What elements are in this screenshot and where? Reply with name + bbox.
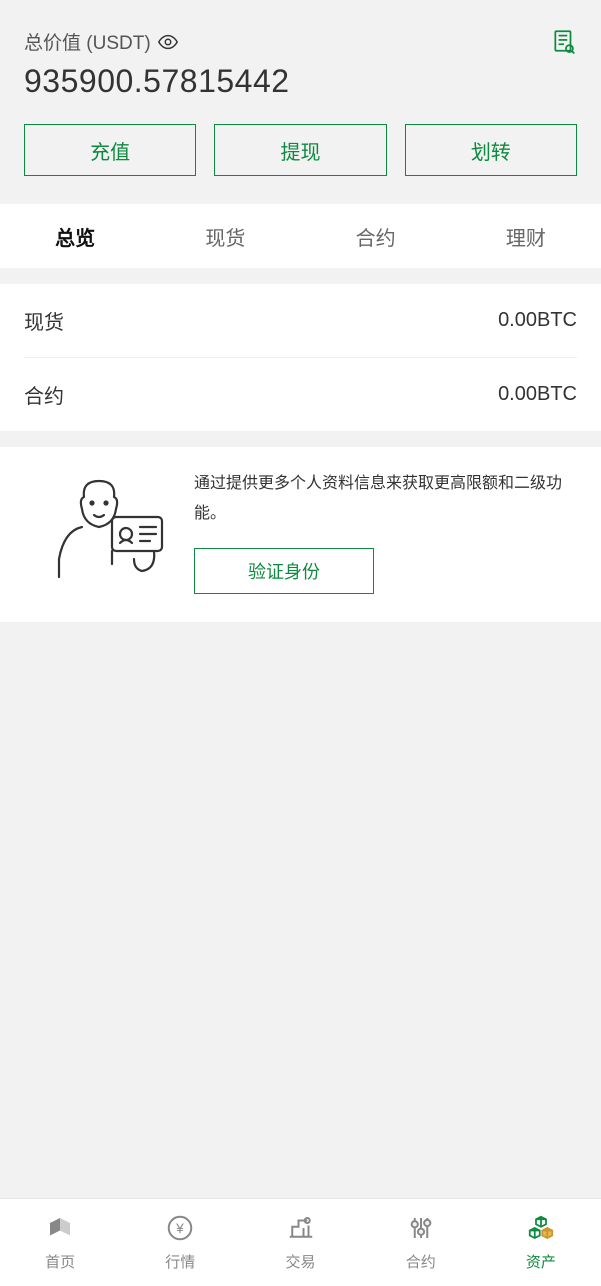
asset-row-futures[interactable]: 合约 0.00BTC <box>24 358 577 431</box>
eye-icon[interactable] <box>157 31 179 53</box>
assets-icon <box>526 1213 556 1247</box>
asset-list-card: 现货 0.00BTC 合约 0.00BTC <box>0 284 601 431</box>
asset-value: 0.00BTC <box>498 309 577 332</box>
asset-value: 0.00BTC <box>498 383 577 406</box>
statement-icon[interactable] <box>551 28 577 59</box>
tab-earn[interactable]: 理财 <box>451 222 601 251</box>
asset-row-spot[interactable]: 现货 0.00BTC <box>0 284 601 357</box>
assets-header: 总价值 (USDT) 935900.57815442 <box>0 0 601 124</box>
tabbar-label: 行情 <box>165 1251 195 1272</box>
transfer-button[interactable]: 划转 <box>405 124 577 176</box>
total-value-label: 总价值 (USDT) <box>24 28 151 55</box>
home-icon <box>45 1213 75 1247</box>
deposit-button[interactable]: 充值 <box>24 124 196 176</box>
action-buttons: 充值 提现 划转 <box>0 124 601 204</box>
tabbar-trade[interactable]: 交易 <box>240 1199 360 1286</box>
tab-overview[interactable]: 总览 <box>0 222 150 251</box>
withdraw-button[interactable]: 提现 <box>214 124 386 176</box>
tabbar-label: 合约 <box>406 1251 436 1272</box>
tabbar-futures[interactable]: 合约 <box>361 1199 481 1286</box>
tabbar-market[interactable]: ¥ 行情 <box>120 1199 240 1286</box>
tabbar-label: 资产 <box>526 1251 556 1272</box>
asset-tabs-card: 总览 现货 合约 理财 <box>0 204 601 268</box>
verify-identity-button[interactable]: 验证身份 <box>194 548 374 594</box>
kyc-card: 通过提供更多个人资料信息来获取更高限额和二级功能。 验证身份 <box>0 447 601 622</box>
trade-icon <box>286 1213 316 1247</box>
asset-label: 现货 <box>24 306 64 335</box>
tabbar-label: 首页 <box>45 1251 75 1272</box>
spacer <box>0 622 601 1198</box>
kyc-text: 通过提供更多个人资料信息来获取更高限额和二级功能。 <box>194 469 577 530</box>
svg-text:¥: ¥ <box>175 1221 184 1236</box>
asset-label: 合约 <box>24 380 64 409</box>
bottom-tabbar: 首页 ¥ 行情 交易 <box>0 1198 601 1286</box>
tab-spot[interactable]: 现货 <box>150 222 300 251</box>
tabbar-home[interactable]: 首页 <box>0 1199 120 1286</box>
total-value: 935900.57815442 <box>24 63 577 100</box>
tabbar-assets[interactable]: 资产 <box>481 1199 601 1286</box>
kyc-illustration <box>24 469 174 584</box>
futures-icon <box>406 1213 436 1247</box>
tab-futures[interactable]: 合约 <box>301 222 451 251</box>
market-icon: ¥ <box>165 1213 195 1247</box>
tabbar-label: 交易 <box>286 1251 316 1272</box>
